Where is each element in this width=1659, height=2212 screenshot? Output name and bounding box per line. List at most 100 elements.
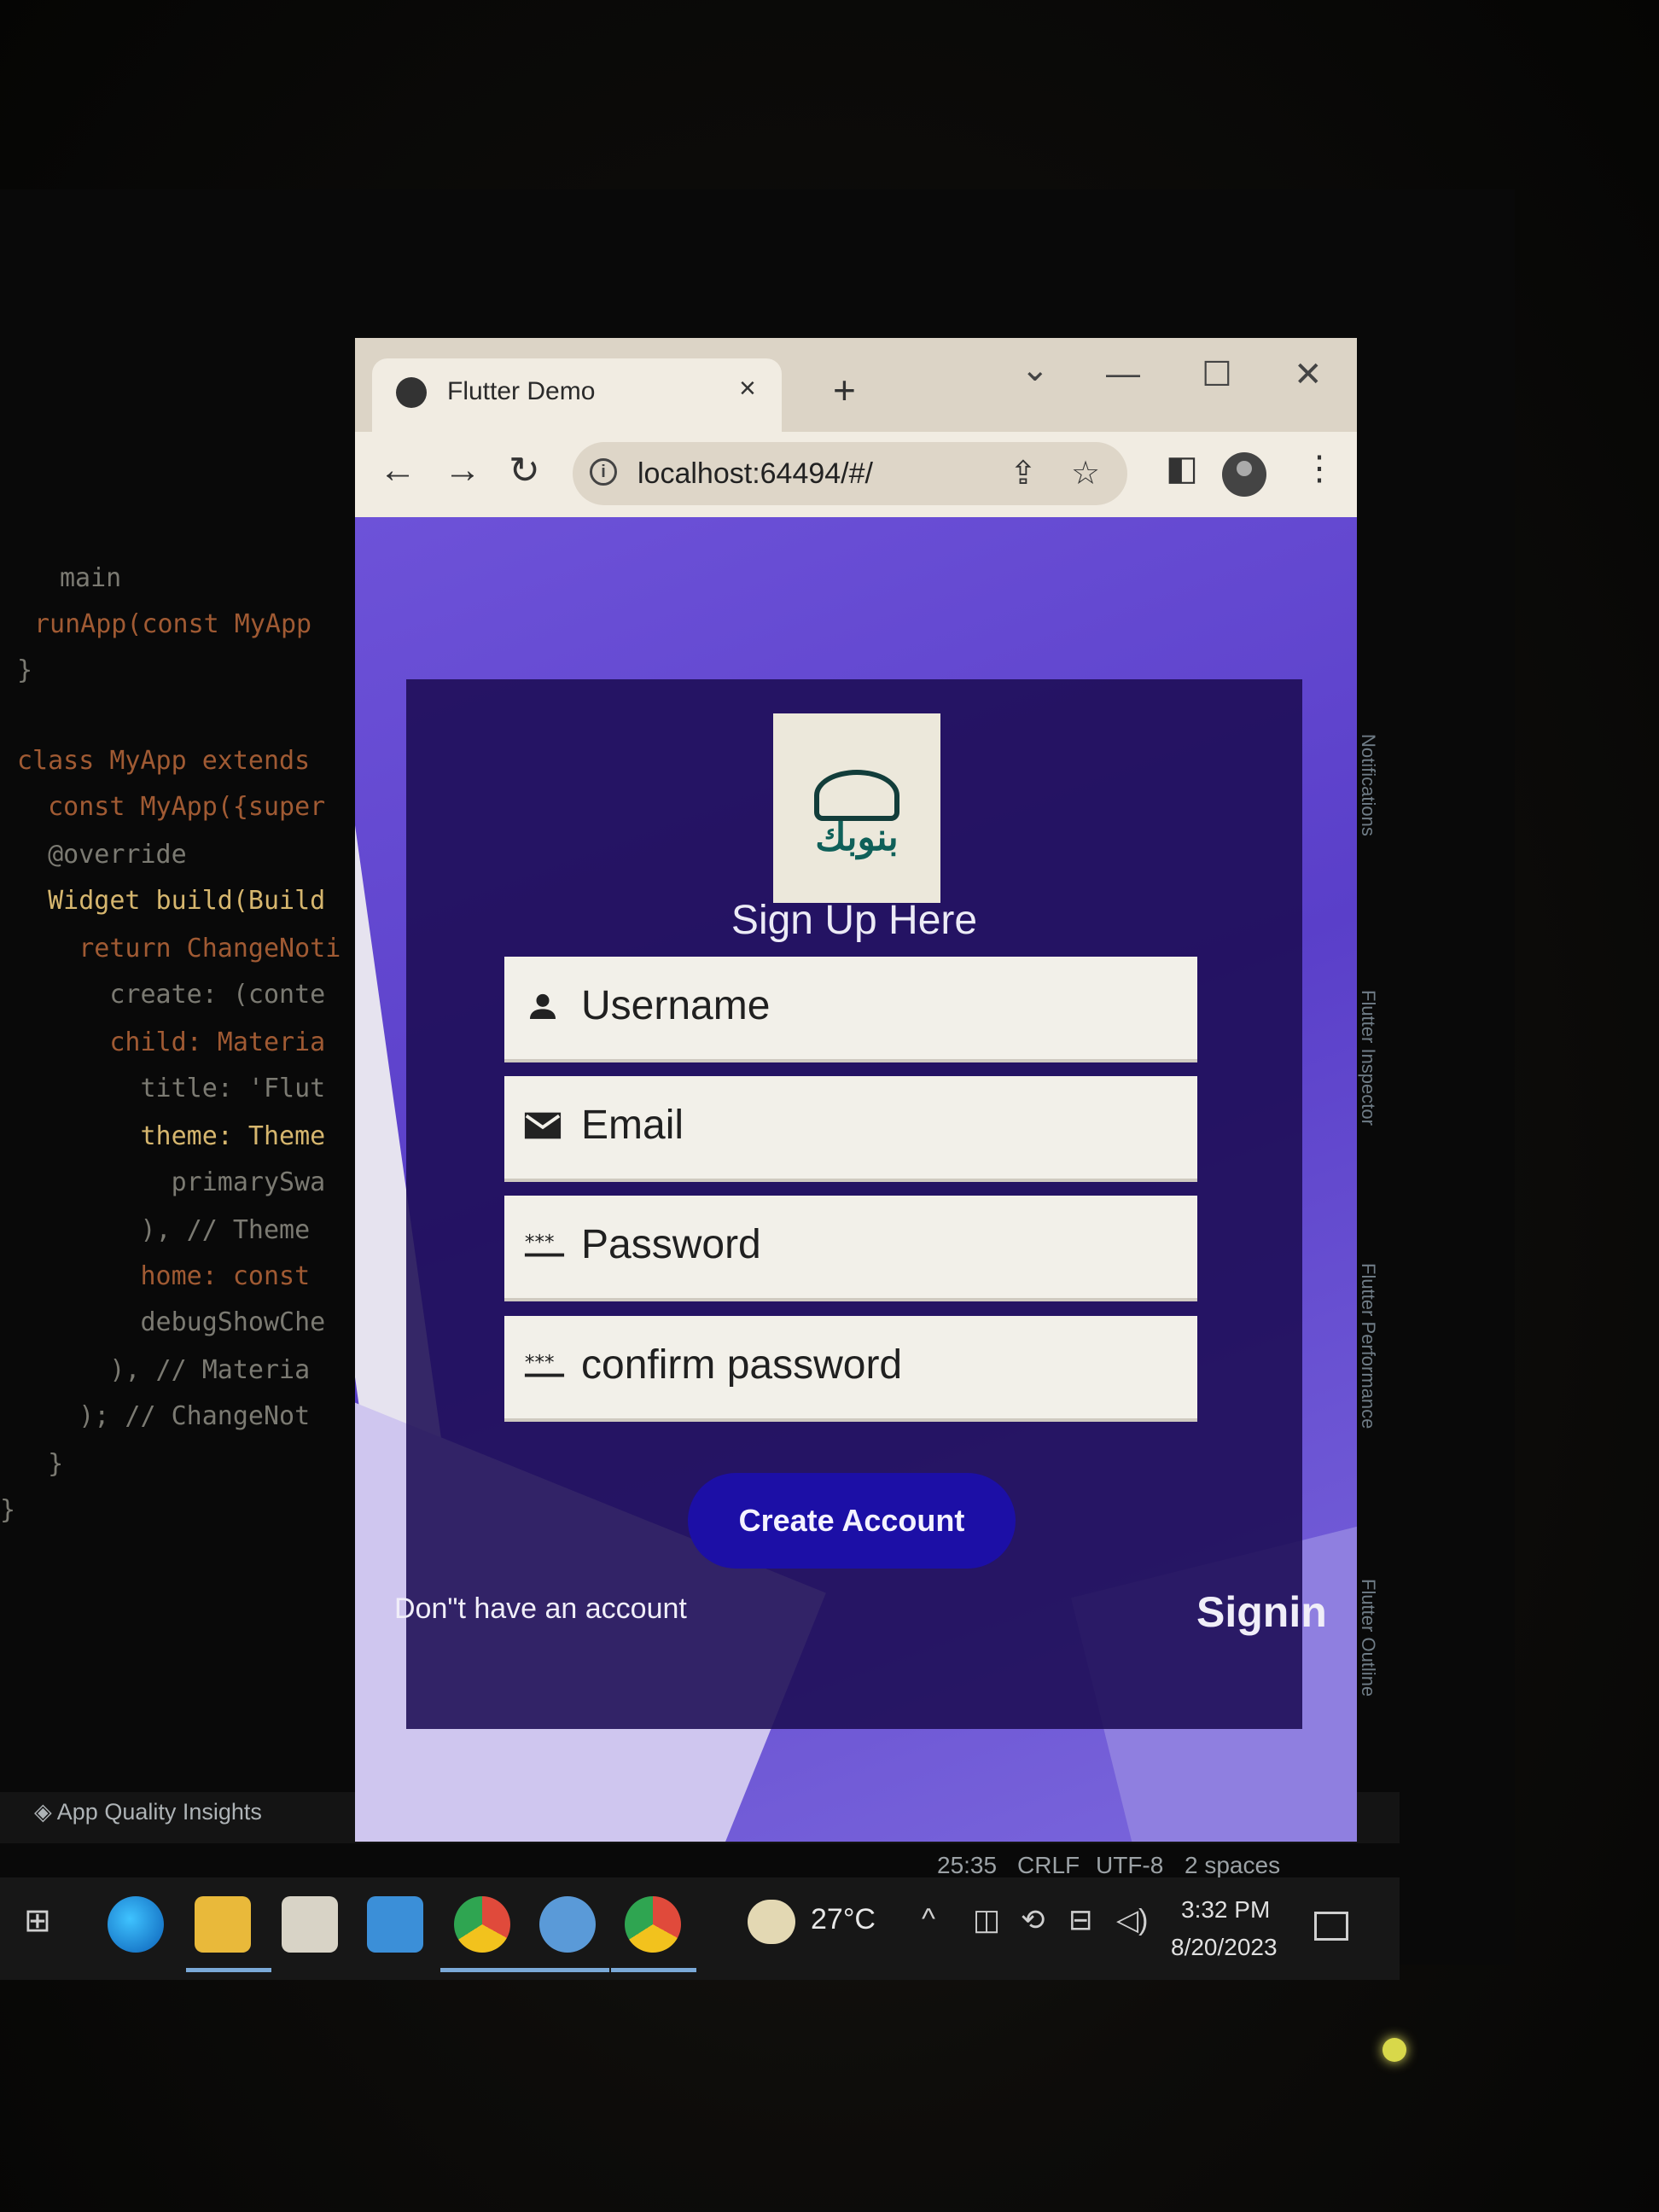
cursor-position[interactable]: 25:35 (937, 1852, 997, 1879)
task-view-icon[interactable]: ⊞ (24, 1901, 51, 1940)
file-encoding[interactable]: UTF-8 (1096, 1852, 1163, 1879)
globe-icon (396, 377, 427, 408)
mail-icon (523, 1109, 562, 1148)
no-account-text: Don"t have an account (394, 1592, 687, 1625)
signin-link[interactable]: Signin (1196, 1587, 1327, 1637)
code-line: ), // Materia (17, 1355, 311, 1385)
code-line: create: (conte (17, 980, 326, 1010)
flutter-outline-tab[interactable]: Flutter Outline (1357, 1579, 1379, 1697)
page-viewport: بنوبك Sign Up Here Username Email *** Pa… (355, 517, 1357, 1842)
android-studio-icon[interactable] (539, 1896, 596, 1953)
flutter-inspector-tab[interactable]: Flutter Inspector (1357, 990, 1379, 1126)
clock-date[interactable]: 8/20/2023 (1171, 1934, 1278, 1961)
chevron-up-icon[interactable]: ^ (922, 1903, 935, 1936)
bookmark-star-icon[interactable]: ☆ (1071, 454, 1100, 492)
chrome-icon[interactable] (625, 1896, 681, 1953)
code-line: home: const (17, 1261, 311, 1291)
code-line: runApp(const MyApp (34, 609, 312, 639)
mail-app-icon[interactable] (367, 1896, 423, 1953)
minimize-icon[interactable]: — (1106, 355, 1140, 393)
email-field[interactable]: Email (504, 1076, 1197, 1182)
line-ending[interactable]: CRLF (1017, 1852, 1080, 1879)
logo-wordmark: بنوبك (815, 817, 899, 859)
code-line: ); // ChangeNot (17, 1401, 311, 1431)
code-line: } (17, 655, 33, 685)
reload-icon[interactable]: ↻ (509, 449, 540, 492)
notifications-panel-tab[interactable]: Notifications (1357, 734, 1379, 836)
tab-title: Flutter Demo (447, 377, 596, 405)
sync-icon[interactable]: ⟲ (1021, 1903, 1045, 1937)
svg-text:***: *** (525, 1352, 555, 1374)
power-led-icon (1382, 2038, 1406, 2062)
diamond-icon: ◈ (34, 1799, 57, 1825)
notification-center-icon[interactable] (1314, 1912, 1348, 1941)
page-title: Sign Up Here (731, 898, 978, 943)
code-line: @override (17, 840, 187, 870)
new-tab-button[interactable]: + (833, 367, 856, 413)
username-field[interactable]: Username (504, 957, 1197, 1062)
app-logo: بنوبك (773, 713, 940, 903)
password-field[interactable]: *** Password (504, 1196, 1197, 1301)
code-line: main (60, 563, 122, 593)
tab-close-icon[interactable]: × (739, 372, 756, 405)
code-line: class MyApp extends (17, 746, 311, 776)
edge-browser-icon[interactable] (108, 1896, 164, 1953)
camera-icon[interactable]: ◫ (973, 1903, 1000, 1937)
code-line: const MyApp({super (17, 792, 326, 822)
forward-arrow-icon[interactable]: → (444, 449, 481, 492)
address-bar[interactable]: i localhost:64494/#/ ⇪ ☆ (573, 442, 1127, 505)
username-placeholder: Username (581, 983, 771, 1028)
file-explorer-icon[interactable] (195, 1896, 251, 1953)
code-line: child: Materia (17, 1027, 326, 1057)
password-placeholder: Password (581, 1222, 761, 1267)
code-line: } (0, 1495, 16, 1525)
active-indicator (440, 1968, 526, 1972)
code-line: ), // Theme (17, 1215, 311, 1245)
password-icon: *** (523, 1228, 565, 1267)
active-indicator (524, 1968, 609, 1972)
share-icon[interactable]: ⇪ (1010, 454, 1037, 492)
browser-window: Flutter Demo × + ⌄ — ☐ ✕ ← → ↻ i localho… (355, 338, 1357, 1842)
browser-toolbar: ← → ↻ i localhost:64494/#/ ⇪ ☆ ◧ ⋮ (355, 432, 1357, 517)
tab-search-chevron-icon[interactable]: ⌄ (1021, 350, 1050, 389)
url-text[interactable]: localhost:64494/#/ (637, 457, 873, 491)
code-line: title: 'Flut (17, 1074, 326, 1103)
svg-text:***: *** (525, 1231, 555, 1254)
ide-right-tool-strip: Notifications Flutter Inspector Flutter … (1353, 375, 1388, 1801)
app-quality-insights-tab[interactable]: ◈ App Quality Insights (34, 1799, 262, 1825)
network-icon[interactable]: ⊟ (1068, 1903, 1093, 1937)
windows-taskbar: ⊞ 27°C ^ ◫ ⟲ ⊟ ◁) 3:32 PM 8/20/2023 (0, 1877, 1400, 1980)
confirm-password-placeholder: confirm password (581, 1342, 903, 1388)
create-account-button[interactable]: Create Account (688, 1473, 1016, 1569)
info-icon[interactable]: i (590, 458, 617, 486)
kebab-menu-icon[interactable]: ⋮ (1302, 449, 1336, 488)
code-line: theme: Theme (17, 1121, 326, 1151)
password-icon: *** (523, 1348, 565, 1388)
code-line: return ChangeNoti (17, 934, 341, 963)
app-quality-insights-label: App Quality Insights (56, 1799, 262, 1825)
indent-setting[interactable]: 2 spaces (1185, 1852, 1280, 1879)
flutter-performance-tab[interactable]: Flutter Performance (1357, 1263, 1379, 1429)
store-icon[interactable] (282, 1896, 338, 1953)
clock-time[interactable]: 3:32 PM (1181, 1896, 1270, 1924)
code-line: Widget build(Build (17, 886, 326, 916)
profile-avatar-icon[interactable] (1222, 452, 1266, 497)
temperature[interactable]: 27°C (811, 1903, 876, 1936)
chrome-icon[interactable] (454, 1896, 510, 1953)
volume-icon[interactable]: ◁) (1116, 1903, 1148, 1937)
maximize-icon[interactable]: ☐ (1202, 355, 1232, 394)
tab-flutter-demo[interactable]: Flutter Demo × (372, 358, 782, 432)
weather-cloud-icon[interactable] (748, 1900, 795, 1944)
back-arrow-icon[interactable]: ← (379, 449, 416, 492)
active-indicator (186, 1968, 271, 1972)
code-line: } (17, 1449, 64, 1479)
signup-card: بنوبك Sign Up Here Username Email *** Pa… (394, 679, 1327, 1729)
code-editor: main runApp(const MyApp } class MyApp ex… (0, 512, 375, 1758)
email-placeholder: Email (581, 1103, 684, 1148)
active-indicator (611, 1968, 696, 1972)
code-line: primarySwa (17, 1167, 326, 1197)
close-window-icon[interactable]: ✕ (1294, 355, 1323, 394)
code-line: debugShowChe (17, 1307, 326, 1337)
confirm-password-field[interactable]: *** confirm password (504, 1316, 1197, 1422)
side-panel-icon[interactable]: ◧ (1166, 449, 1198, 488)
